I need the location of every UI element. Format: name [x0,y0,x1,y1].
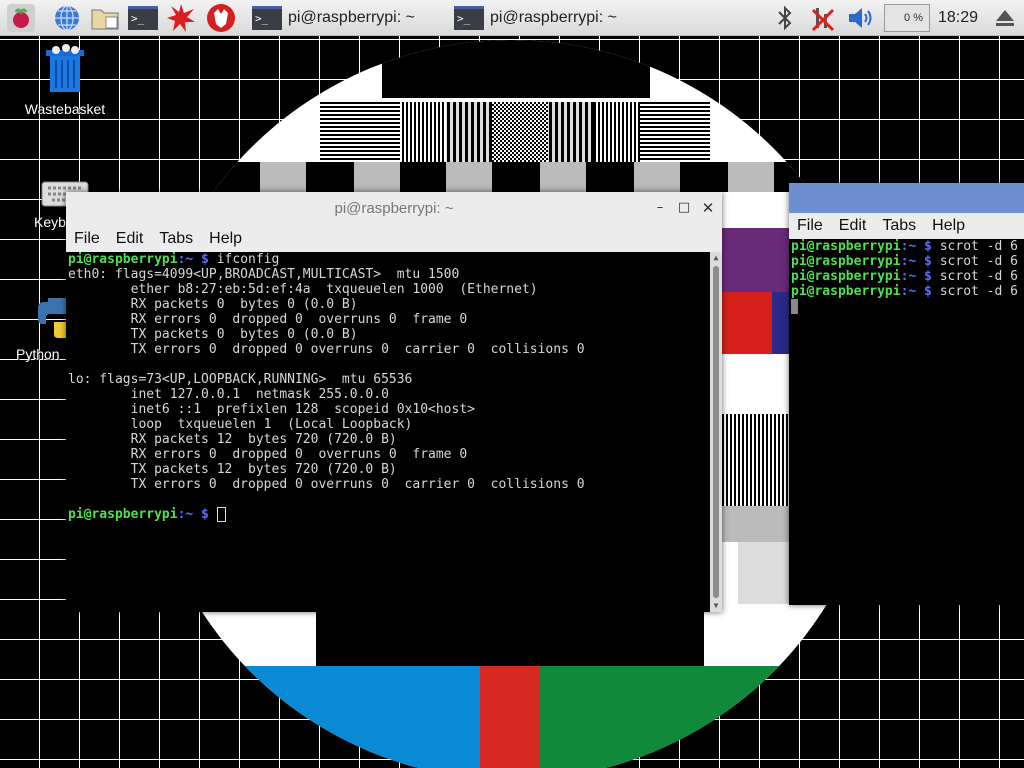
terminal-line: pi@raspberrypi:~ $ [68,507,722,522]
terminal-line: RX errors 0 dropped 0 overruns 0 frame 0 [68,447,468,462]
terminal-line: ether b8:27:eb:5d:ef:4a txqueuelen 1000 … [68,282,538,297]
scrollbar-thumb[interactable] [713,266,719,598]
terminal-icon: >_ [454,6,484,30]
trash-icon [46,44,84,92]
cpu-monitor: 0 % [884,4,930,32]
web-browser-button[interactable] [52,3,82,33]
task-label: pi@raspberrypi: ~ [490,9,617,26]
minimize-button[interactable]: – [650,198,670,218]
menu-tabs[interactable]: Tabs [874,217,924,235]
window-titlebar[interactable] [789,183,1024,213]
bluetooth-button[interactable] [770,3,800,33]
terminal-line: pi@raspberrypi:~ $ scrot -d 6 [791,269,1018,284]
menu-help[interactable]: Help [924,217,973,235]
menu-help[interactable]: Help [201,230,250,248]
starburst-icon [167,4,195,32]
file-manager-button[interactable] [90,3,120,33]
terminal-line: TX errors 0 dropped 0 overruns 0 carrier… [68,342,585,357]
task-label: pi@raspberrypi: ~ [288,9,415,26]
terminal-icon: >_ [252,6,282,30]
menu-edit[interactable]: Edit [108,230,152,248]
terminal-line: TX errors 0 dropped 0 overruns 0 carrier… [68,477,585,492]
window-titlebar[interactable]: pi@raspberrypi: ~ – □ ✕ [66,192,722,226]
menu-tabs[interactable]: Tabs [151,230,201,248]
close-button[interactable]: ✕ [698,198,718,218]
network-disconnected-icon [811,8,835,32]
menu-edit[interactable]: Edit [831,217,875,235]
clock: 18:29 [938,9,979,26]
terminal-window-1[interactable]: pi@raspberrypi: ~ – □ ✕ File Edit Tabs H… [66,192,722,612]
network-button[interactable] [808,3,838,33]
terminal-output[interactable]: pi@raspberrypi:~ $ scrot -d 6 pi@raspber… [789,239,1024,605]
text-cursor [216,507,226,522]
terminal-line: eth0: flags=4099<UP,BROADCAST,MULTICAST>… [68,267,460,282]
terminal-window-2[interactable]: File Edit Tabs Help pi@raspberrypi:~ $ s… [789,183,1024,605]
menu-file[interactable]: File [789,217,831,235]
desktop-icon-wastebasket[interactable]: Wastebasket [22,44,108,117]
globe-icon [55,5,79,31]
terminal-line: lo: flags=73<UP,LOOPBACK,RUNNING> mtu 65… [68,372,413,387]
terminal-line [68,357,722,372]
terminal-line [791,299,1022,314]
wolf-icon [207,4,235,32]
scroll-down-icon[interactable]: ▼ [710,600,722,612]
folder-icon [91,9,119,30]
cpu-usage-value: 0 % [904,12,923,24]
terminal-line: pi@raspberrypi:~ $ scrot -d 6 [791,239,1018,254]
math-app-button[interactable] [166,3,196,33]
terminal-line: pi@raspberrypi:~ $ scrot -d 6 [791,284,1018,299]
bluetooth-icon [778,5,792,31]
text-cursor [791,299,798,314]
scroll-up-icon[interactable]: ▲ [710,252,722,264]
desktop-icon-python[interactable]: Python [14,294,84,362]
terminal-launcher-button[interactable]: >_ [128,3,158,33]
terminal-icon: >_ [128,6,158,30]
eject-icon [996,10,1014,26]
terminal-line: RX errors 0 dropped 0 overruns 0 frame 0 [68,312,468,327]
window-title: pi@raspberrypi: ~ [334,200,454,217]
menu-file[interactable]: File [66,230,108,248]
menu-bar: File Edit Tabs Help [789,213,1024,239]
terminal-line: pi@raspberrypi:~ $ ifconfig [68,252,280,267]
terminal-line: pi@raspberrypi:~ $ scrot -d 6 [791,254,1018,269]
desktop-icon-keyboard[interactable]: Keyb [14,176,89,230]
taskbar-task-terminal-1[interactable]: >_ pi@raspberrypi: ~ [252,3,415,33]
raspberry-icon [7,4,35,32]
terminal-line: loop txqueuelen 1 (Local Loopback) [68,417,413,432]
wolfram-button[interactable] [206,3,236,33]
speaker-icon [849,8,872,28]
terminal-line: RX packets 12 bytes 720 (720.0 B) [68,432,397,447]
terminal-output[interactable]: pi@raspberrypi:~ $ ifconfig eth0: flags=… [66,252,722,612]
menu-bar: File Edit Tabs Help [66,226,722,252]
terminal-line: RX packets 0 bytes 0 (0.0 B) [68,297,358,312]
maximize-button[interactable]: □ [674,198,694,218]
terminal-line: TX packets 12 bytes 720 (720.0 B) [68,462,397,477]
terminal-line: inet 127.0.0.1 netmask 255.0.0.0 [68,387,389,402]
eject-button[interactable] [990,3,1020,33]
taskbar-task-terminal-2[interactable]: >_ pi@raspberrypi: ~ [454,3,617,33]
desktop-icon-label: Wastebasket [24,101,106,117]
terminal-line: TX packets 0 bytes 0 (0.0 B) [68,327,358,342]
scrollbar[interactable]: ▲ ▼ [710,252,722,612]
raspberry-menu-button[interactable] [6,3,36,33]
taskbar: >_ >_ pi@raspberrypi: ~ >_ pi@raspberryp… [0,0,1024,36]
terminal-line: inet6 ::1 prefixlen 128 scopeid 0x10<hos… [68,402,475,417]
terminal-line [68,492,722,507]
volume-button[interactable] [846,3,876,33]
